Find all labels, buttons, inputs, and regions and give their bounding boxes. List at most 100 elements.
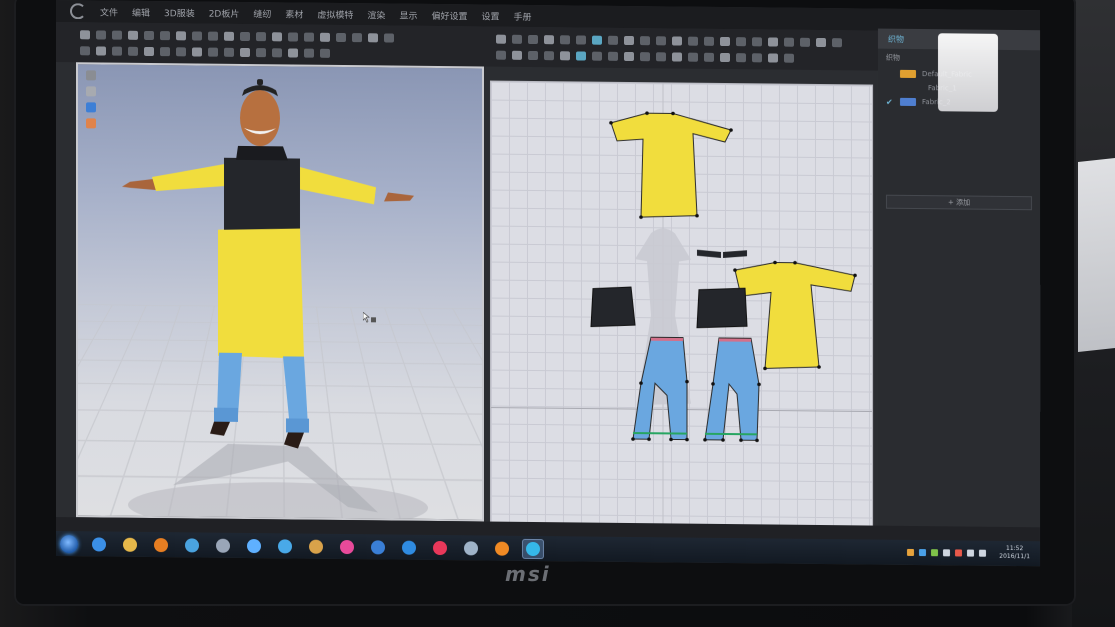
2d-dart-tool-icon[interactable] xyxy=(624,36,634,45)
menu-render[interactable]: 渲染 xyxy=(367,8,385,21)
menu-2d-pattern[interactable]: 2D板片 xyxy=(209,6,240,19)
2d-seam-allowance-tool-icon[interactable] xyxy=(576,51,586,60)
taskbar-app-app-red[interactable] xyxy=(429,537,451,557)
2d-zoom-tool-icon[interactable] xyxy=(736,37,746,46)
add-fabric-button[interactable]: + 添加 xyxy=(886,195,1032,211)
2d-point-tool-icon[interactable] xyxy=(512,35,522,44)
tape-tool-icon[interactable] xyxy=(176,31,186,40)
pattern-robe-front[interactable] xyxy=(611,113,731,218)
view-tool-icon[interactable] xyxy=(352,33,362,42)
menu-avatar[interactable]: 虚拟模特 xyxy=(317,7,353,20)
menu-preferences[interactable]: 偏好设置 xyxy=(431,8,467,21)
brush-tool-icon[interactable] xyxy=(192,31,202,40)
simulate-tool-icon[interactable] xyxy=(128,31,138,40)
2d-mirror-tool-icon[interactable] xyxy=(560,51,570,60)
3d-garment-viewport[interactable] xyxy=(76,62,484,521)
taskbar-app-media[interactable] xyxy=(150,534,172,554)
taskbar-app-globe[interactable] xyxy=(367,537,389,557)
2d-scale-tool-icon[interactable] xyxy=(544,51,554,60)
free-sewing-tool-icon[interactable] xyxy=(240,48,250,57)
button-tool-icon[interactable] xyxy=(240,32,250,41)
2d-curve-tool-icon[interactable] xyxy=(544,35,554,44)
start-button[interactable] xyxy=(60,535,78,553)
taskbar-app-explorer[interactable] xyxy=(119,534,141,554)
zipper-tool-icon[interactable] xyxy=(256,32,266,41)
light-tool-icon[interactable] xyxy=(368,33,378,42)
2d-show-tool-icon[interactable] xyxy=(736,53,746,62)
tray-signal-icon[interactable] xyxy=(967,549,974,556)
2d-trace-tool-icon[interactable] xyxy=(784,38,794,47)
2d-view-tool-icon[interactable] xyxy=(832,38,842,47)
polygon-tool-icon[interactable] xyxy=(144,47,154,56)
transform-tool-icon[interactable] xyxy=(80,46,90,55)
curve-tool-icon[interactable] xyxy=(128,47,138,56)
menu-sewing[interactable]: 缝纫 xyxy=(253,7,271,20)
taskbar-app-app-gray[interactable] xyxy=(460,538,482,558)
taskbar-app-tool[interactable] xyxy=(274,536,296,556)
2d-line-tool-icon[interactable] xyxy=(528,35,538,44)
2d-offset-tool-icon[interactable] xyxy=(656,36,666,45)
taskbar-app-app-blue[interactable] xyxy=(181,535,203,555)
tray-network-icon[interactable] xyxy=(931,549,938,556)
2d-texture-tool-icon[interactable] xyxy=(688,37,698,46)
2d-notch-tool-icon[interactable] xyxy=(592,52,602,61)
2d-grade-tool-icon[interactable] xyxy=(672,36,682,45)
taskbar-app-player[interactable] xyxy=(243,535,265,555)
dart-tool-icon[interactable] xyxy=(192,47,202,56)
tray-alert-icon[interactable] xyxy=(955,549,962,556)
ruler-tool-icon[interactable] xyxy=(272,48,282,57)
2d-buttonhole-tool-icon[interactable] xyxy=(624,52,634,61)
edit-pattern-tool-icon[interactable] xyxy=(96,46,106,55)
camera-tool-icon[interactable] xyxy=(304,33,314,42)
fold-tool-icon[interactable] xyxy=(144,31,154,40)
2d-rotate-tool-icon[interactable] xyxy=(528,51,538,60)
2d-lock-tool-icon[interactable] xyxy=(704,53,714,62)
2d-info-tool-icon[interactable] xyxy=(752,53,762,62)
point-tool-icon[interactable] xyxy=(112,47,122,56)
graphic-tool-icon[interactable] xyxy=(224,32,234,41)
2d-symmetry-tool-icon[interactable] xyxy=(768,37,778,46)
2d-measure-tool-icon[interactable] xyxy=(720,37,730,46)
symmetry-tool-icon[interactable] xyxy=(288,48,298,57)
2d-topstitch-tool-icon[interactable] xyxy=(640,52,650,61)
2d-help-tool-icon[interactable] xyxy=(784,54,794,63)
pattern-trousers-back[interactable] xyxy=(705,338,759,441)
trace-tool-icon[interactable] xyxy=(304,49,314,58)
pin-tool-icon[interactable] xyxy=(112,31,122,40)
tray-app-icon[interactable] xyxy=(907,548,914,555)
menu-display[interactable]: 显示 xyxy=(399,8,417,21)
avatar-3d-model[interactable] xyxy=(78,64,482,519)
segment-sewing-tool-icon[interactable] xyxy=(224,48,234,57)
2d-sewing-tool-icon[interactable] xyxy=(592,36,602,45)
2d-edit-tool-icon[interactable] xyxy=(496,51,506,60)
2d-move-tool-icon[interactable] xyxy=(512,51,522,60)
2d-button-tool-icon[interactable] xyxy=(608,52,618,61)
2d-settings-tool-icon[interactable] xyxy=(768,53,778,62)
2d-hide-tool-icon[interactable] xyxy=(720,53,730,62)
taskbar-app-ie[interactable] xyxy=(88,534,110,554)
topstitch-tool-icon[interactable] xyxy=(272,32,282,41)
menu-file[interactable]: 文件 xyxy=(100,5,118,18)
2d-export-tool-icon[interactable] xyxy=(816,38,826,47)
move-tool-icon[interactable] xyxy=(96,30,106,39)
taskbar-app-package[interactable] xyxy=(305,536,327,556)
snapshot-tool-icon[interactable] xyxy=(320,33,330,42)
2d-rect-tool-icon[interactable] xyxy=(560,35,570,44)
2d-grid-tool-icon[interactable] xyxy=(672,52,682,61)
2d-layout-tool-icon[interactable] xyxy=(800,38,810,47)
texture-tool-icon[interactable] xyxy=(208,32,218,41)
check-sewing-tool-icon[interactable] xyxy=(256,48,266,57)
menu-settings[interactable]: 设置 xyxy=(481,9,499,22)
tab-fabric[interactable]: 织物 xyxy=(888,33,904,44)
render-tool-icon[interactable] xyxy=(336,33,346,42)
2d-pan-tool-icon[interactable] xyxy=(752,37,762,46)
circle-tool-icon[interactable] xyxy=(176,47,186,56)
pattern-vest-back[interactable] xyxy=(697,288,747,329)
tray-keyboard-icon[interactable] xyxy=(943,549,950,556)
taskbar-app-app-orange[interactable] xyxy=(491,538,513,558)
select-tool-icon[interactable] xyxy=(80,30,90,39)
2d-snap-tool-icon[interactable] xyxy=(688,53,698,62)
measure-tool-icon[interactable] xyxy=(160,31,170,40)
2d-circle-tool-icon[interactable] xyxy=(576,35,586,44)
2d-internal-line-tool-icon[interactable] xyxy=(608,36,618,45)
